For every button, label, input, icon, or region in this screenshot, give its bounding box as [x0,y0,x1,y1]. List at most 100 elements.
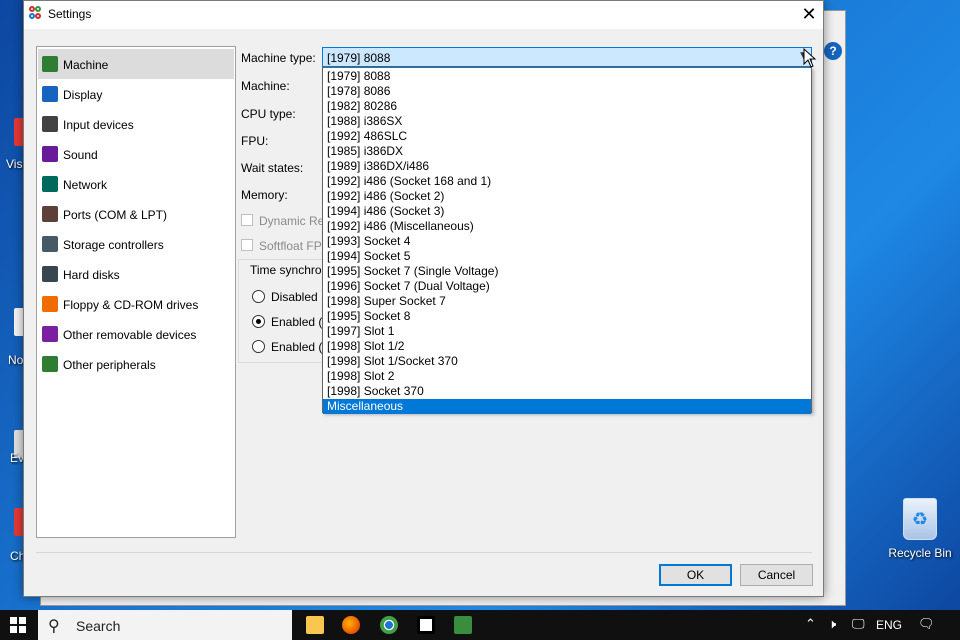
time-sync-disabled-label: Disabled [271,290,318,304]
dynamic-recompiler-checkbox[interactable] [241,214,253,226]
dropdown-option[interactable]: [1995] Socket 8 [323,309,811,324]
sidebar-item-label: Other removable devices [63,328,197,342]
machine-type-dropdown-list[interactable]: [1979] 8088 [1978] 8086 [1982] 80286 [1988]… [322,67,812,414]
sidebar-item-label: Machine [63,58,109,72]
softfloat-checkbox[interactable] [241,239,253,251]
sidebar-item[interactable]: Storage controllers [38,229,234,259]
dropdown-option[interactable]: [1985] i386DX [323,144,811,159]
divider [36,552,812,553]
machine-label: Machine: [241,79,290,93]
sidebar-item[interactable]: Input devices [38,109,234,139]
dropdown-option[interactable]: [1994] i486 (Socket 3) [323,204,811,219]
dropdown-option[interactable]: [1998] Slot 2 [323,369,811,384]
time-sync-enabled-local-label: Enabled (l [271,315,326,329]
sound-icon [42,146,58,162]
firefox-icon[interactable] [342,616,360,634]
dynamic-recompiler-label: Dynamic Re [259,214,325,228]
close-button[interactable]: ✕ [794,1,824,29]
sidebar-item-label: Ports (COM & LPT) [63,208,168,222]
start-button[interactable] [10,617,26,633]
wait-states-label: Wait states: [241,161,304,175]
title-bar[interactable]: Settings ✕ [24,1,823,29]
dropdown-option[interactable]: [1998] Super Socket 7 [323,294,811,309]
softfloat-label: Softfloat FPU [259,239,331,253]
sidebar-item-label: Sound [63,148,98,162]
memory-label: Memory: [241,188,288,202]
dropdown-option[interactable]: [1992] i486 (Socket 168 and 1) [323,174,811,189]
sidebar-item[interactable]: Other removable devices [38,319,234,349]
dropdown-option[interactable]: [1997] Slot 1 [323,324,811,339]
cancel-button[interactable]: Cancel [740,564,813,586]
dropdown-option[interactable]: [1979] 8088 [323,69,811,84]
sidebar-item-label: Network [63,178,108,192]
7zip-icon[interactable] [417,616,435,634]
time-sync-enabled-local-radio[interactable] [252,315,265,328]
sidebar-item[interactable]: Display [38,79,234,109]
dropdown-option[interactable]: [1989] i386DX/i486 [323,159,811,174]
dropdown-option[interactable]: Miscellaneous [323,399,811,414]
time-sync-enabled-utc-radio[interactable] [252,340,265,353]
dropdown-option[interactable]: [1995] Socket 7 (Single Voltage) [323,264,811,279]
ports-icon [42,206,58,222]
settings-category-list[interactable]: Machine Display Input devices Sound Network P… [36,46,236,538]
notifications-icon[interactable]: 🗨 [918,617,935,632]
dropdown-option[interactable]: [1994] Socket 5 [323,249,811,264]
language-indicator[interactable]: ENG [876,618,902,632]
tray-overflow-chevron-icon[interactable]: ⌃ [805,617,816,632]
sidebar-item[interactable]: Hard disks [38,259,234,289]
network-icon [42,176,58,192]
dropdown-option[interactable]: [1982] 80286 [323,99,811,114]
search-icon: ⚲ [48,616,60,635]
recycle-bin-label: Recycle Bin [888,546,952,560]
dropdown-option[interactable]: [1996] Socket 7 (Dual Voltage) [323,279,811,294]
window-title: Settings [48,7,92,21]
dropdown-option[interactable]: [1992] i486 (Socket 2) [323,189,811,204]
sidebar-item-label: Display [63,88,103,102]
recycle-bin-icon [903,498,937,540]
machine-type-label: Machine type: [241,51,316,65]
taskbar: ⚲ Search ⌃ 🕨 🖵 ENG 🗨 [0,610,960,640]
chrome-icon[interactable] [380,616,398,634]
display-icon [42,86,58,102]
dropdown-option[interactable]: [1988] i386SX [323,114,811,129]
desktop-label[interactable]: No [8,353,23,367]
sidebar-item-label: Input devices [63,118,134,132]
machine-icon [42,56,58,72]
machine-type-select[interactable]: [1979] 8088 ▼ [322,47,812,67]
ok-button[interactable]: OK [659,564,732,586]
sidebar-item-label: Other peripherals [63,358,156,372]
dropdown-option[interactable]: [1992] 486SLC [323,129,811,144]
volume-muted-icon[interactable]: 🕨 [828,617,836,632]
86box-icon[interactable] [454,616,472,634]
other-peripherals-icon [42,356,58,372]
search-placeholder: Search [76,618,121,634]
file-explorer-icon[interactable] [306,616,324,634]
sidebar-item[interactable]: Ports (COM & LPT) [38,199,234,229]
network-icon[interactable]: 🖵 [852,617,865,632]
mouse-cursor-icon [803,48,817,68]
desktop-label[interactable]: Ev [10,451,24,465]
floppy-cdrom-icon [42,296,58,312]
storage-controllers-icon [42,236,58,252]
sidebar-item[interactable]: Other peripherals [38,349,234,379]
dropdown-option[interactable]: [1998] Socket 370 [323,384,811,399]
sidebar-item[interactable]: Machine [38,49,234,79]
time-sync-group-title: Time synchro [250,263,322,277]
sidebar-item[interactable]: Floppy & CD-ROM drives [38,289,234,319]
recycle-bin-shortcut[interactable]: Recycle Bin [884,498,956,560]
dropdown-option[interactable]: [1993] Socket 4 [323,234,811,249]
dropdown-option[interactable]: [1978] 8086 [323,84,811,99]
sidebar-item[interactable]: Network [38,169,234,199]
fpu-label: FPU: [241,134,269,148]
removable-devices-icon [42,326,58,342]
dropdown-option[interactable]: [1998] Slot 1/Socket 370 [323,354,811,369]
dropdown-option[interactable]: [1992] i486 (Miscellaneous) [323,219,811,234]
sidebar-item-label: Floppy & CD-ROM drives [63,298,199,312]
help-icon[interactable]: ? [824,42,842,60]
time-sync-disabled-radio[interactable] [252,290,265,303]
input-devices-icon [42,116,58,132]
sidebar-item-label: Storage controllers [63,238,164,252]
taskbar-search-box[interactable]: ⚲ Search [38,610,292,640]
sidebar-item[interactable]: Sound [38,139,234,169]
dropdown-option[interactable]: [1998] Slot 1/2 [323,339,811,354]
